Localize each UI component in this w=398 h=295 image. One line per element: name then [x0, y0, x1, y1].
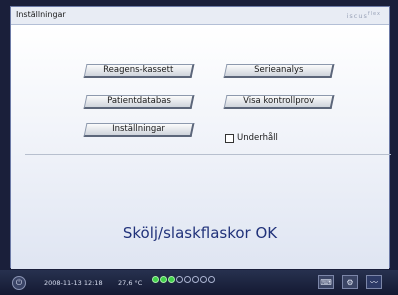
patientdatabas-button[interactable]: Patientdatabas: [83, 95, 195, 109]
gear-icon[interactable]: ⚙: [342, 275, 358, 289]
status-message: Skölj/slaskflaskor OK: [122, 224, 278, 242]
status-bar: ⏻ 2008-11-13 12:18 27,6 °C ⌨ ⚙ 〰: [0, 270, 398, 295]
brand-logo: iscusflex: [346, 11, 381, 21]
indicator-light: [168, 276, 175, 283]
chart-icon[interactable]: 〰: [366, 275, 382, 289]
indicator-light: [208, 276, 215, 283]
indicator-lights: [152, 276, 215, 283]
divider: [25, 154, 391, 155]
installningar-button[interactable]: Inställningar: [83, 123, 195, 137]
temperature: 27,6 °C: [118, 279, 143, 287]
indicator-light: [192, 276, 199, 283]
app-frame: Inställningar iscusflex Reagens-kassett …: [0, 0, 398, 295]
window-title: Inställningar: [16, 10, 66, 19]
underhall-checkbox[interactable]: Underhåll: [225, 133, 278, 143]
power-icon[interactable]: ⏻: [12, 276, 26, 290]
title-bar: Inställningar iscusflex: [11, 7, 389, 25]
indicator-light: [184, 276, 191, 283]
settings-window: Inställningar iscusflex Reagens-kassett …: [10, 6, 391, 269]
reagens-kassett-button[interactable]: Reagens-kassett: [83, 64, 195, 78]
datetime: 2008-11-13 12:18: [44, 279, 103, 287]
checkbox-box[interactable]: [225, 133, 234, 143]
serieanalys-button[interactable]: Serieanalys: [223, 64, 335, 78]
indicator-light: [152, 276, 159, 283]
indicator-light: [160, 276, 167, 283]
indicator-light: [176, 276, 183, 283]
underhall-label: Underhåll: [237, 133, 278, 143]
keyboard-icon[interactable]: ⌨: [318, 275, 334, 289]
indicator-light: [200, 276, 207, 283]
visa-kontrollprov-button[interactable]: Visa kontrollprov: [223, 95, 335, 109]
